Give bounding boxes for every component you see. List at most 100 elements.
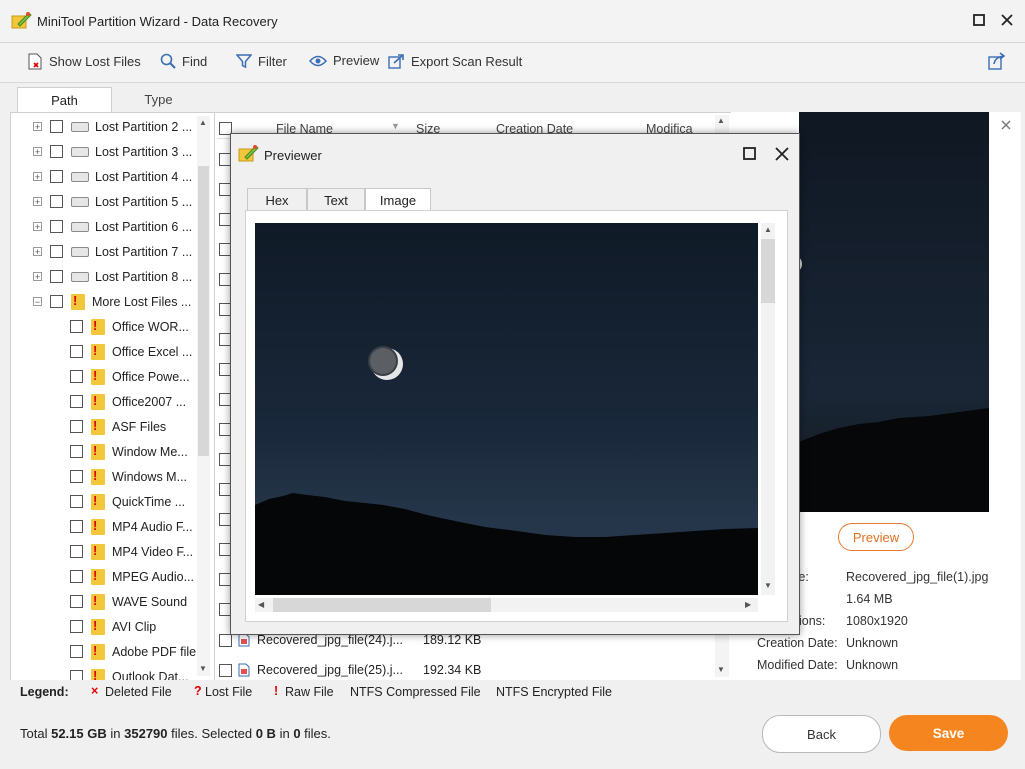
creation-date-label: Creation Date: [757, 636, 838, 650]
expand-icon[interactable]: + [33, 272, 42, 282]
tree-checkbox[interactable] [70, 645, 83, 658]
right-preview-button[interactable]: Preview [838, 523, 914, 551]
preview-button[interactable]: Preview [309, 53, 379, 68]
previewer-maximize-button[interactable] [743, 147, 757, 164]
scroll-down-icon[interactable]: ▼ [717, 665, 725, 674]
preview-image [255, 223, 758, 595]
file-name: Recovered_jpg_file(25).j... [257, 663, 403, 677]
tree-checkbox[interactable] [70, 345, 83, 358]
tree-checkbox[interactable] [70, 420, 83, 433]
preview-vscroll-thumb[interactable] [761, 239, 775, 303]
tree-checkbox[interactable] [50, 195, 63, 208]
scroll-down-icon[interactable]: ▼ [199, 664, 207, 673]
expand-icon[interactable]: + [33, 122, 42, 132]
tab-type[interactable]: Type [111, 87, 206, 113]
tree-item-file-type[interactable]: WAVE Sound [70, 589, 187, 614]
expand-icon[interactable]: + [33, 222, 42, 232]
tree-checkbox[interactable] [50, 120, 63, 133]
scroll-right-icon[interactable]: ▶ [745, 600, 751, 609]
raw-folder-icon [91, 443, 105, 460]
creation-date-value: Unknown [846, 636, 899, 650]
find-button[interactable]: Find [160, 53, 207, 69]
sort-down-icon[interactable]: ▼ [391, 121, 400, 131]
scroll-up-icon[interactable]: ▲ [764, 225, 772, 234]
tree-checkbox[interactable] [70, 445, 83, 458]
tree-item-lost-partition[interactable]: + Lost Partition 3 ... [33, 139, 192, 164]
tree-checkbox[interactable] [70, 470, 83, 483]
tree-item-lost-partition[interactable]: + Lost Partition 2 ... [33, 114, 192, 139]
tree-item-file-type[interactable]: MPEG Audio... [70, 564, 194, 589]
filter-button[interactable]: Filter [236, 53, 287, 69]
tree-item-file-type[interactable]: Office2007 ... [70, 389, 186, 414]
scroll-left-icon[interactable]: ◀ [258, 600, 264, 609]
tree-scrollbar[interactable]: ▲ ▼ [197, 116, 210, 676]
tree-checkbox[interactable] [50, 295, 63, 308]
tab-text[interactable]: Text [307, 188, 365, 211]
collapse-icon[interactable]: − [33, 297, 42, 307]
dimensions-label: ions: [799, 614, 826, 628]
file-row-checkbox[interactable] [219, 663, 232, 677]
scroll-down-icon[interactable]: ▼ [764, 581, 772, 590]
scroll-up-icon[interactable]: ▲ [199, 118, 207, 127]
tab-image[interactable]: Image [365, 188, 431, 211]
tree-checkbox[interactable] [50, 220, 63, 233]
expand-icon[interactable]: + [33, 147, 42, 157]
tree-checkbox[interactable] [50, 270, 63, 283]
tab-path[interactable]: Path [17, 87, 112, 113]
tree-item-file-type[interactable]: AVI Clip [70, 614, 156, 639]
close-preview-panel-button[interactable] [1001, 119, 1011, 133]
expand-icon[interactable]: + [33, 172, 42, 182]
tree-checkbox[interactable] [50, 170, 63, 183]
save-button[interactable]: Save [889, 715, 1008, 751]
tree-item-file-type[interactable]: MP4 Audio F... [70, 514, 193, 539]
tree-scroll-thumb[interactable] [198, 166, 209, 456]
tree-checkbox[interactable] [70, 595, 83, 608]
previewer-close-button[interactable] [775, 147, 789, 164]
tree-item-file-type[interactable]: ASF Files [70, 414, 166, 439]
tree-item-lost-partition[interactable]: + Lost Partition 4 ... [33, 164, 192, 189]
tree-item-lost-partition[interactable]: + Lost Partition 6 ... [33, 214, 192, 239]
expand-icon[interactable]: + [33, 247, 42, 257]
tree-item-more-lost-files[interactable]: − More Lost Files ... [33, 289, 191, 314]
night-sky-thumbnail [799, 257, 989, 512]
tree-checkbox[interactable] [70, 495, 83, 508]
tree-item-lost-partition[interactable]: + Lost Partition 5 ... [33, 189, 192, 214]
tree-item-file-type[interactable]: MP4 Video F... [70, 539, 193, 564]
show-lost-files-button[interactable]: Show Lost Files [27, 53, 141, 70]
scroll-up-icon[interactable]: ▲ [717, 116, 725, 125]
tree-checkbox[interactable] [70, 570, 83, 583]
tree-checkbox[interactable] [50, 145, 63, 158]
tree-item-file-type[interactable]: Window Me... [70, 439, 188, 464]
find-label: Find [182, 53, 208, 69]
tree-checkbox[interactable] [70, 395, 83, 408]
tree-checkbox[interactable] [70, 370, 83, 383]
tree-item-lost-partition[interactable]: + Lost Partition 7 ... [33, 239, 192, 264]
share-icon [988, 52, 1006, 70]
share-button[interactable] [988, 52, 1006, 73]
file-row[interactable]: Recovered_jpg_file(25).j... 192.34 KB [215, 658, 715, 681]
tree-item-file-type[interactable]: Windows M... [70, 464, 187, 489]
tree-checkbox[interactable] [70, 320, 83, 333]
maximize-button[interactable] [969, 10, 989, 30]
tree-item-file-type[interactable]: Adobe PDF file [70, 639, 196, 664]
back-button[interactable]: Back [762, 715, 881, 753]
tree-checkbox[interactable] [70, 620, 83, 633]
tree-checkbox[interactable] [70, 545, 83, 558]
preview-horizontal-scrollbar[interactable]: ◀ ▶ [255, 598, 758, 612]
tab-hex[interactable]: Hex [247, 188, 307, 211]
tree-item-lost-partition[interactable]: + Lost Partition 8 ... [33, 264, 192, 289]
tree-item-file-type[interactable]: QuickTime ... [70, 489, 185, 514]
total-size: 52.15 GB [51, 726, 107, 741]
tree-checkbox[interactable] [50, 245, 63, 258]
preview-hscroll-thumb[interactable] [273, 598, 491, 612]
expand-icon[interactable]: + [33, 197, 42, 207]
file-row-checkbox[interactable] [219, 633, 232, 647]
close-button[interactable] [997, 10, 1017, 30]
tree-item-file-type[interactable]: Office Excel ... [70, 339, 192, 364]
export-scan-result-button[interactable]: Export Scan Result [388, 53, 522, 69]
tree-item-file-type[interactable]: Office Powe... [70, 364, 190, 389]
preview-vertical-scrollbar[interactable]: ▲ ▼ [761, 223, 775, 595]
export-icon [388, 54, 404, 69]
tree-item-file-type[interactable]: Office WOR... [70, 314, 189, 339]
tree-checkbox[interactable] [70, 520, 83, 533]
